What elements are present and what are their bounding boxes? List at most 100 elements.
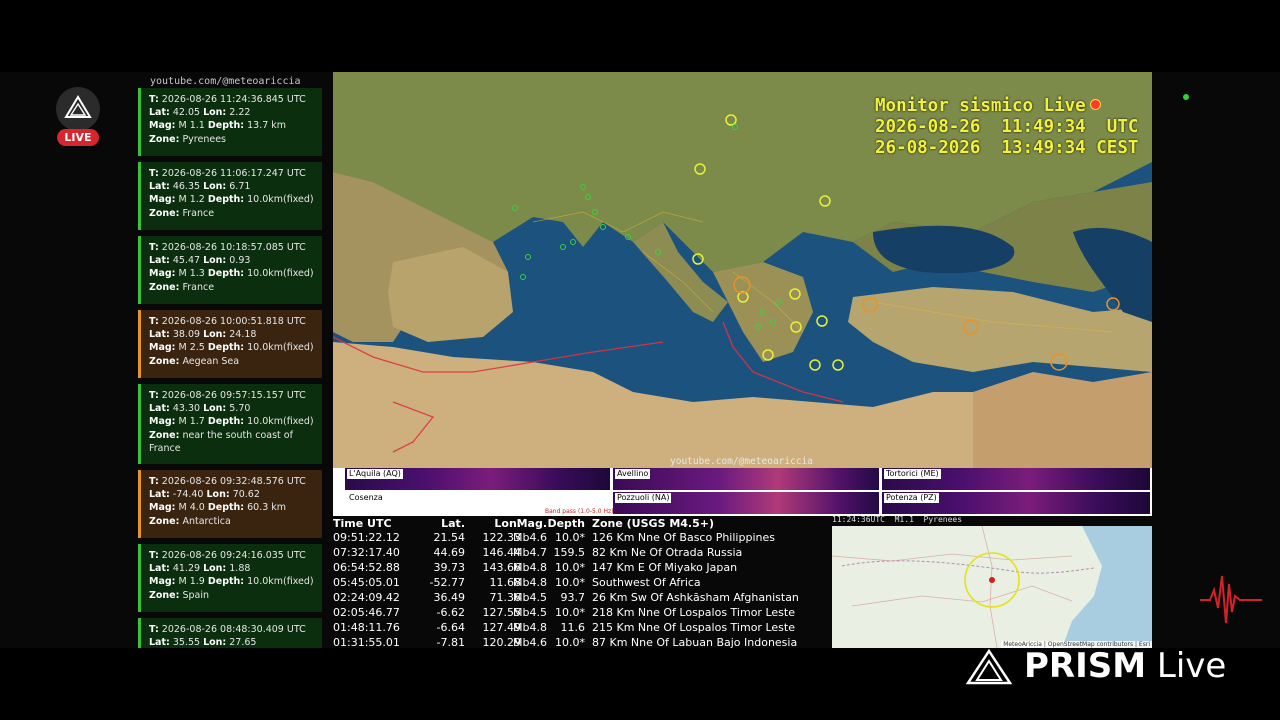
station-label: Tortorici (ME)	[884, 469, 941, 479]
event-field-label: Zone:	[149, 429, 180, 441]
usgs-cell: 21.54	[433, 531, 466, 544]
usgs-cell: 82 Km Ne Of Otrada Russia	[592, 546, 743, 559]
event-mag: M 1.7	[178, 416, 205, 428]
event-card[interactable]: T: 2026-08-26 09:57:15.157 UTC Lat: 43.30…	[138, 384, 322, 464]
event-field-label: Lat:	[149, 181, 170, 193]
usgs-cell: 10.0*	[555, 606, 585, 619]
usgs-cell: 06:54:52.88	[333, 561, 400, 574]
usgs-cell: Mb4.7	[513, 546, 547, 559]
usgs-cell: 215 Km Nne Of Lospalos Timor Leste	[592, 621, 795, 634]
event-field-label: Zone:	[149, 355, 180, 367]
channel-handle: youtube.com/@meteoariccia	[150, 76, 301, 87]
event-zone: Antarctica	[182, 515, 231, 527]
event-lat: 38.09	[172, 329, 201, 341]
event-depth: 10.0km(fixed)	[247, 576, 314, 588]
spectrogram-panel: L'Aquila (AQ) Avellino Tortorici (ME) Co…	[333, 468, 1152, 516]
event-field-label: Lat:	[149, 329, 170, 341]
event-field-label: T:	[149, 624, 159, 635]
event-list[interactable]: T: 2026-08-26 11:24:36.845 UTC Lat: 42.05…	[138, 88, 322, 648]
live-dot-icon	[1089, 99, 1101, 110]
event-card[interactable]: T: 2026-08-26 10:00:51.818 UTC Lat: 38.09…	[138, 310, 322, 378]
event-field-label: Zone:	[149, 133, 180, 145]
event-mag: M 2.5	[178, 342, 205, 354]
monitor-title-text: Monitor sismico Live	[875, 96, 1086, 116]
event-field-label: Lon:	[203, 403, 227, 415]
usgs-cell: 11.6	[560, 621, 586, 634]
prism-avatar	[56, 87, 100, 131]
event-field-label: Mag:	[149, 502, 176, 514]
event-field-label: Zone:	[149, 515, 180, 527]
spectro-avellino: Avellino	[613, 468, 879, 490]
usgs-row: 09:51:22.12 21.54 122.33 Mb4.6 10.0* 126 Km N…	[333, 530, 828, 545]
station-label: Avellino	[615, 469, 651, 479]
event-field-label: Lat:	[149, 563, 170, 575]
event-card[interactable]: T: 2026-08-26 09:32:48.576 UTC Lat: -74.4…	[138, 470, 322, 538]
prism-logo-icon	[64, 95, 92, 118]
event-lon: 0.93	[229, 255, 251, 267]
usgs-row: 06:54:52.88 39.73 143.66 Mb4.8 10.0* 147 Km E…	[333, 560, 828, 575]
prism-live-logo-icon	[965, 648, 1013, 685]
event-lat: 42.05	[172, 107, 201, 119]
event-field-label: Mag:	[149, 416, 176, 428]
event-field-label: T:	[149, 390, 159, 401]
event-lon: 1.88	[229, 563, 251, 575]
usgs-cell: 126 Km Nne Of Basco Philippines	[592, 531, 775, 544]
event-t: 2026-08-26 10:18:57.085 UTC	[161, 242, 306, 253]
station-label: Cosenza	[347, 493, 385, 503]
monitor-title: Monitor sismico Live 2026-08-26 11:49:34…	[875, 96, 1138, 159]
status-indicator-icon	[1183, 94, 1189, 100]
event-field-label: Lon:	[203, 107, 227, 119]
event-t: 2026-08-26 09:32:48.576 UTC	[161, 476, 306, 487]
event-field-label: T:	[149, 168, 159, 179]
event-lat: 46.35	[172, 181, 201, 193]
event-field-label: Lon:	[203, 255, 227, 267]
usgs-cell: 10.0*	[555, 531, 585, 544]
usgs-cell: -52.77	[429, 576, 465, 589]
usgs-cell: Mb4.6	[513, 531, 547, 544]
event-field-label: T:	[149, 316, 159, 327]
seismograph-wave-icon	[1200, 575, 1262, 624]
prism-word: PRISM	[1024, 646, 1147, 686]
usgs-cell: 01:48:11.76	[333, 621, 400, 634]
event-card[interactable]: T: 2026-08-26 08:48:30.409 UTC Lat: 35.55…	[138, 618, 322, 648]
event-card[interactable]: T: 2026-08-26 10:18:57.085 UTC Lat: 45.47…	[138, 236, 322, 304]
event-card[interactable]: T: 2026-08-26 11:06:17.247 UTC Lat: 46.35…	[138, 162, 322, 230]
event-mag: M 1.9	[178, 576, 205, 588]
station-label: Pozzuoli (NA)	[615, 493, 672, 503]
event-card[interactable]: T: 2026-08-26 09:24:16.035 UTC Lat: 41.29…	[138, 544, 322, 612]
event-field-label: Depth:	[207, 576, 245, 588]
spectro-potenza: Potenza (PZ)	[882, 492, 1150, 514]
event-field-label: Lat:	[149, 255, 170, 267]
usgs-row: 02:05:46.77 -6.62 127.55 Mb4.5 10.0* 218 Km N…	[333, 605, 828, 620]
event-lon: 5.70	[229, 403, 251, 415]
utc-clock: 2026-08-26 11:49:34 UTC	[875, 117, 1139, 137]
event-card[interactable]: T: 2026-08-26 11:24:36.845 UTC Lat: 42.05…	[138, 88, 322, 156]
event-depth: 10.0km(fixed)	[247, 342, 314, 354]
event-field-label: Mag:	[149, 194, 176, 206]
cest-clock: 26-08-2026 13:49:34 CEST	[875, 138, 1139, 158]
mini-map[interactable]: MeteoAriccia | OpenStreetMap contributor…	[832, 526, 1152, 648]
event-depth: 10.0km(fixed)	[247, 416, 314, 428]
usgs-table: Time UTC Lat. Lon. Mag. Depth Zone (USGS M4.5…	[333, 516, 828, 649]
event-lon: 27.65	[229, 637, 257, 648]
event-t: 2026-08-26 09:57:15.157 UTC	[161, 390, 306, 401]
event-field-label: Lon:	[206, 489, 230, 501]
event-depth: 10.0km(fixed)	[247, 268, 314, 280]
event-field-label: T:	[149, 550, 159, 561]
event-field-label: Lon:	[203, 329, 227, 341]
usgs-row: 05:45:05.01 -52.77 11.68 Mb4.8 10.0* Southwes…	[333, 575, 828, 590]
usgs-cell: Southwest Of Africa	[592, 576, 701, 589]
event-lat: -74.40	[172, 489, 204, 501]
station-label: Potenza (PZ)	[884, 493, 939, 503]
event-field-label: Depth:	[207, 120, 245, 132]
event-field-label: Depth:	[207, 342, 245, 354]
event-lat: 43.30	[172, 403, 201, 415]
event-field-label: Lon:	[203, 637, 227, 648]
live-badge[interactable]: LIVE	[54, 87, 102, 147]
usgs-cell: 44.69	[433, 546, 466, 559]
usgs-cell: Lat.	[441, 517, 465, 530]
event-field-label: Zone:	[149, 207, 180, 219]
station-label: L'Aquila (AQ)	[347, 469, 403, 479]
event-zone: France	[182, 207, 215, 219]
usgs-cell: 05:45:05.01	[333, 576, 400, 589]
